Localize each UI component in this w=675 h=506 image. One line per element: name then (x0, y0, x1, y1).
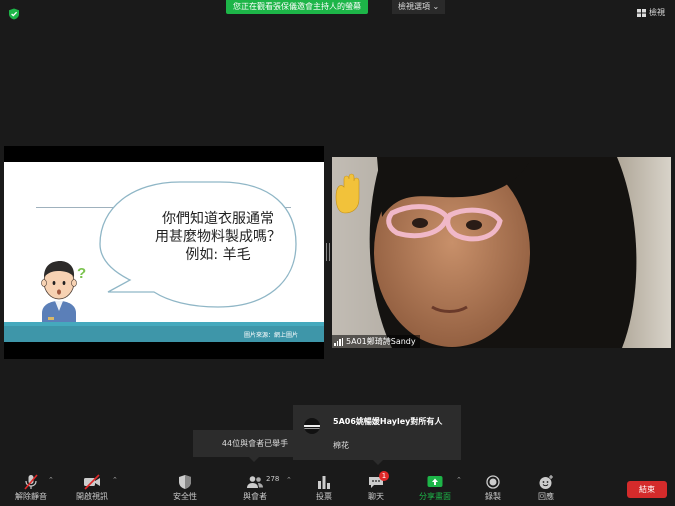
audio-options-chevron-icon[interactable]: ⌃ (48, 476, 54, 484)
participant-video-tile[interactable]: 5A01鄭琦詩Sandy (332, 157, 671, 348)
start-video-label: 開啟視訊 (76, 492, 108, 501)
question-mark-icon: ? (77, 265, 87, 282)
reactions-button[interactable]: 回應 (521, 466, 571, 506)
participant-video-frame (332, 157, 671, 348)
presentation-slide: 你們知道衣服通常 用甚麼物料製成嗎？ 例如: 羊毛 ? 圖片來源：網上圖片 (4, 162, 324, 342)
participant-name-tag: 5A01鄭琦詩Sandy (332, 335, 420, 348)
muted-microphone-icon (24, 474, 38, 490)
bubble-line-1: 你們知道衣服通常 (162, 211, 274, 227)
unmute-button[interactable]: 解除靜音 (6, 466, 56, 506)
share-options-chevron-icon[interactable]: ⌃ (456, 476, 462, 484)
chat-button[interactable]: 1 聊天 (351, 466, 401, 506)
chevron-down-icon: ⌄ (432, 2, 440, 11)
shared-screen[interactable]: 你們知道衣服通常 用甚麼物料製成嗎？ 例如: 羊毛 ? 圖片來源：網上圖片 (4, 146, 324, 359)
polls-label: 投票 (316, 492, 332, 501)
split-resize-handle[interactable] (326, 243, 330, 261)
video-off-icon (84, 474, 100, 490)
bubble-line-2: 用甚麼物料製成嗎？ (155, 229, 281, 245)
smiley-icon (539, 475, 553, 489)
start-video-button[interactable]: 開啟視訊 (67, 466, 117, 506)
meeting-window: 您正在觀看張保儀邀會主持人的螢幕 檢視選項 ⌄ 檢視 你們知道衣服通常 用甚麼物… (0, 0, 675, 506)
end-meeting-button[interactable]: 結束 (627, 481, 667, 498)
share-screen-label: 分享畫面 (419, 492, 451, 501)
chat-sender: 5A06姚暢媛Hayley對所有人 (333, 417, 443, 426)
polls-button[interactable]: 投票 (299, 466, 349, 506)
avatar (304, 418, 320, 434)
grid-view-icon (637, 8, 646, 17)
connection-signal-icon (334, 337, 343, 346)
reactions-label: 回應 (538, 492, 554, 501)
participants-count: 278 (266, 475, 280, 483)
avatar-picture (304, 425, 320, 429)
record-button[interactable]: 錄製 (468, 466, 518, 506)
participants-label: 與會者 (243, 492, 267, 501)
bubble-text: 你們知道衣服通常 用甚麼物料製成嗎？ 例如: 羊毛 (138, 210, 298, 264)
share-screen-button[interactable]: 分享畫面 (410, 466, 460, 506)
chat-notification[interactable]: 5A06姚暢媛Hayley對所有人 棉花 (293, 405, 461, 465)
bubble-line-3: 例如: 羊毛 (185, 247, 251, 263)
slide-credit: 圖片來源：網上圖片 (243, 332, 298, 339)
share-screen-icon (427, 476, 443, 487)
record-icon (486, 475, 500, 489)
view-toggle-label: 檢視 (649, 8, 665, 17)
chat-unread-badge: 1 (379, 471, 389, 481)
chat-label: 聊天 (368, 492, 384, 501)
security-button[interactable]: 安全性 (160, 466, 210, 506)
view-options-label: 檢視選項 (398, 2, 430, 11)
participant-name: 5A01鄭琦詩Sandy (346, 337, 416, 346)
video-options-chevron-icon[interactable]: ⌃ (112, 476, 118, 484)
view-options-button[interactable]: 檢視選項 ⌄ (392, 0, 446, 14)
shield-icon (179, 475, 191, 489)
participants-options-chevron-icon[interactable]: ⌃ (286, 476, 292, 484)
unmute-label: 解除靜音 (15, 492, 47, 501)
encryption-shield-icon[interactable] (8, 8, 20, 20)
sharing-banner: 您正在觀看張保儀邀會主持人的螢幕 (226, 0, 368, 14)
participants-icon (247, 476, 263, 488)
record-label: 錄製 (485, 492, 501, 501)
slide-footer: 圖片來源：網上圖片 (4, 326, 324, 342)
meeting-toolbar: 解除靜音 ⌃ 開啟視訊 ⌃ 安全性 278 與會者 ⌃ 投票 1 聊天 分享畫面… (0, 466, 675, 506)
security-label: 安全性 (173, 492, 197, 501)
view-toggle-button[interactable]: 檢視 (637, 7, 665, 18)
chat-message: 棉花 (333, 441, 349, 450)
participants-button[interactable]: 278 與會者 (230, 466, 280, 506)
polls-icon (318, 476, 330, 489)
